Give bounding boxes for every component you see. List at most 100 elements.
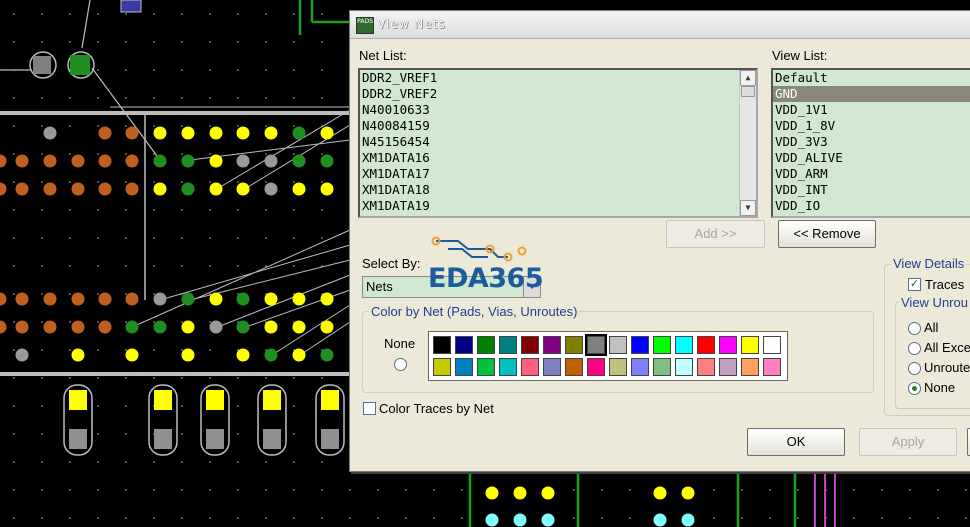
net-list-item[interactable]: XM1DATA18 bbox=[360, 182, 756, 198]
view-list-item[interactable]: VDD_INT bbox=[773, 182, 970, 198]
via bbox=[320, 320, 334, 334]
net-list-scrollbar[interactable]: ▲ ▼ bbox=[739, 70, 756, 216]
color-swatch[interactable] bbox=[719, 358, 737, 376]
net-list-item[interactable]: DDR2_VREF1 bbox=[360, 70, 756, 86]
via bbox=[209, 292, 223, 306]
via bbox=[320, 126, 334, 140]
pad bbox=[69, 390, 87, 410]
via bbox=[125, 154, 139, 168]
view-list-item[interactable]: GND bbox=[773, 86, 970, 102]
net-list[interactable]: DDR2_VREF1 DDR2_VREF2 N40010633 N40084159 N4… bbox=[358, 68, 758, 218]
view-list-item[interactable]: VDD_ALIVE bbox=[773, 150, 970, 166]
color-swatch[interactable] bbox=[631, 358, 649, 376]
net-list-item[interactable]: XM1DATA16 bbox=[360, 150, 756, 166]
via bbox=[98, 182, 112, 196]
net-list-item[interactable]: N40010633 bbox=[360, 102, 756, 118]
view-nets-dialog: PADS View Nets Net List: DDR2_VREF1 DDR2_… bbox=[349, 10, 970, 472]
color-swatch[interactable] bbox=[585, 334, 607, 356]
color-swatch[interactable] bbox=[521, 336, 539, 354]
net-list-item[interactable]: N45156454 bbox=[360, 134, 756, 150]
via bbox=[264, 320, 278, 334]
traces-checkbox[interactable]: ✓ bbox=[908, 278, 921, 291]
color-swatch[interactable] bbox=[543, 358, 561, 376]
color-swatch[interactable] bbox=[719, 336, 737, 354]
pad bbox=[154, 390, 172, 410]
none-color-radio[interactable] bbox=[394, 358, 407, 371]
view-list-item[interactable]: VDD_1V1 bbox=[773, 102, 970, 118]
color-swatch[interactable] bbox=[609, 336, 627, 354]
via bbox=[43, 126, 57, 140]
color-swatch[interactable] bbox=[741, 336, 759, 354]
color-swatch[interactable] bbox=[499, 358, 517, 376]
scroll-down-icon[interactable]: ▼ bbox=[740, 200, 756, 216]
via bbox=[15, 182, 29, 196]
via bbox=[125, 182, 139, 196]
view-unroutes-title: View Unrou bbox=[899, 295, 970, 310]
color-swatch[interactable] bbox=[675, 358, 693, 376]
net-list-item[interactable]: XM1DATA17 bbox=[360, 166, 756, 182]
net-list-item[interactable]: XM1DATA19 bbox=[360, 198, 756, 214]
view-list-item[interactable]: VDD_3V3 bbox=[773, 134, 970, 150]
dialog-titlebar[interactable]: PADS View Nets bbox=[350, 11, 970, 39]
color-swatch[interactable] bbox=[763, 358, 781, 376]
color-swatch[interactable] bbox=[543, 336, 561, 354]
color-swatch[interactable] bbox=[521, 358, 539, 376]
via bbox=[71, 154, 85, 168]
circuit-logo-icon bbox=[431, 236, 527, 262]
view-list[interactable]: Default GND VDD_1V1 VDD_1_8V VDD_3V3 VDD_ALIV… bbox=[771, 68, 970, 218]
color-swatch[interactable] bbox=[565, 358, 583, 376]
color-swatch[interactable] bbox=[653, 336, 671, 354]
via bbox=[153, 154, 167, 168]
net-list-item[interactable]: DDR2_VREF2 bbox=[360, 86, 756, 102]
color-swatch[interactable] bbox=[631, 336, 649, 354]
view-list-item[interactable]: VDD_IO bbox=[773, 198, 970, 214]
via bbox=[98, 320, 112, 334]
view-list-item[interactable]: VDD_ARM bbox=[773, 166, 970, 182]
net-list-item[interactable]: N40084159 bbox=[360, 118, 756, 134]
color-swatch[interactable] bbox=[587, 358, 605, 376]
unroute-option-radio[interactable] bbox=[908, 342, 921, 355]
apply-button[interactable]: Apply bbox=[859, 428, 957, 456]
eda365-watermark: EDA365 bbox=[428, 235, 544, 294]
color-swatch[interactable] bbox=[653, 358, 671, 376]
color-swatch[interactable] bbox=[565, 336, 583, 354]
via bbox=[236, 126, 250, 140]
unroute-option-radio[interactable] bbox=[908, 362, 921, 375]
color-swatch[interactable] bbox=[499, 336, 517, 354]
add-button[interactable]: Add >> bbox=[666, 220, 765, 248]
via bbox=[15, 320, 29, 334]
color-swatch[interactable] bbox=[741, 358, 759, 376]
color-swatch[interactable] bbox=[455, 336, 473, 354]
color-swatch[interactable] bbox=[433, 358, 451, 376]
pad bbox=[321, 390, 339, 410]
unroute-option-label: Unroute bbox=[924, 360, 970, 375]
color-swatch[interactable] bbox=[433, 336, 451, 354]
via bbox=[264, 348, 278, 362]
via bbox=[209, 182, 223, 196]
color-swatch[interactable] bbox=[477, 358, 495, 376]
color-swatch[interactable] bbox=[455, 358, 473, 376]
via bbox=[181, 320, 195, 334]
color-swatch[interactable] bbox=[675, 336, 693, 354]
remove-button[interactable]: << Remove bbox=[778, 220, 876, 248]
scroll-up-icon[interactable]: ▲ bbox=[740, 70, 756, 86]
via bbox=[320, 154, 334, 168]
unroute-option-radio[interactable] bbox=[908, 382, 921, 395]
scroll-thumb[interactable] bbox=[741, 86, 755, 97]
view-list-item[interactable]: VDD_1_8V bbox=[773, 118, 970, 134]
net-list-label: Net List: bbox=[359, 48, 407, 63]
ok-button[interactable]: OK bbox=[747, 428, 845, 456]
view-list-item[interactable]: Default bbox=[773, 70, 970, 86]
color-swatch[interactable] bbox=[609, 358, 627, 376]
unroute-option-radio[interactable] bbox=[908, 322, 921, 335]
color-swatch[interactable] bbox=[697, 358, 715, 376]
color-swatch[interactable] bbox=[763, 336, 781, 354]
color-swatch[interactable] bbox=[477, 336, 495, 354]
color-traces-checkbox[interactable] bbox=[363, 402, 376, 415]
traces-label: Traces bbox=[925, 277, 965, 292]
pad bbox=[206, 390, 224, 410]
color-swatch[interactable] bbox=[697, 336, 715, 354]
view-list-label: View List: bbox=[772, 48, 828, 63]
via bbox=[236, 320, 250, 334]
via bbox=[292, 126, 306, 140]
